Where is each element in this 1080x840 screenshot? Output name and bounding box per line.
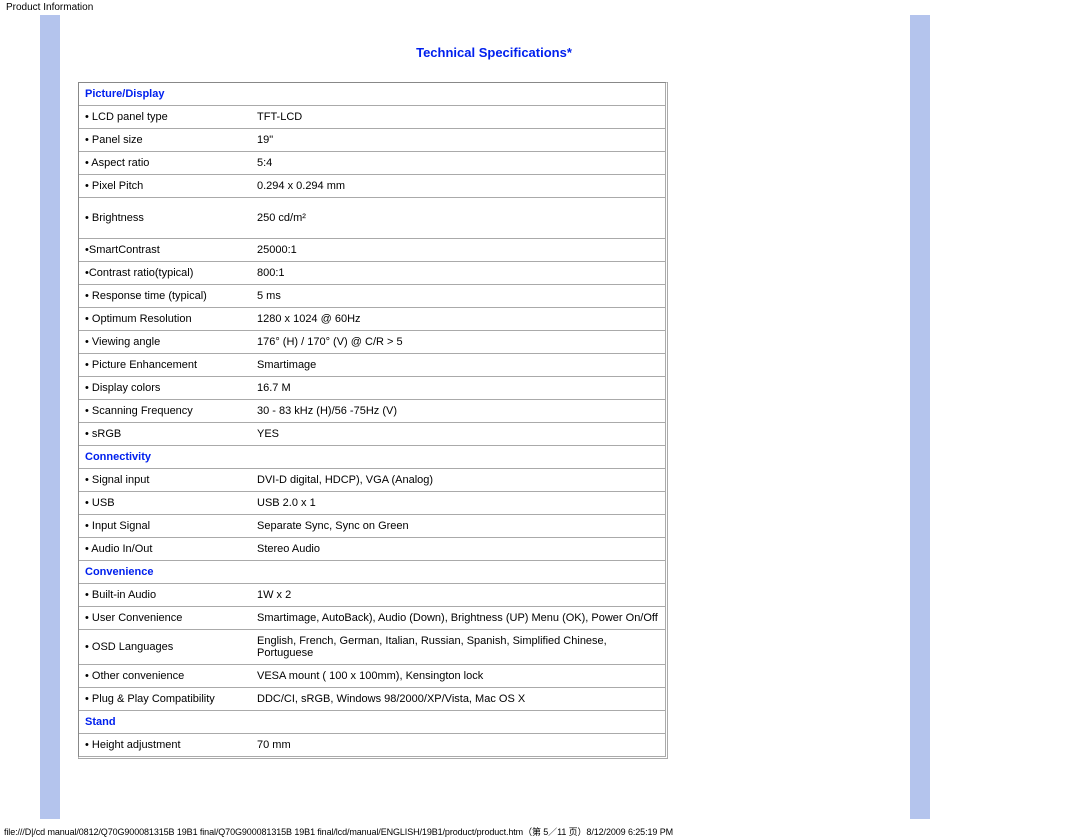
spec-value: Smartimage [251,353,665,376]
spec-value: 30 - 83 kHz (H)/56 -75Hz (V) [251,399,665,422]
page-title: Technical Specifications* [78,45,910,60]
spec-label: • Brightness [79,197,251,238]
page-frame: Technical Specifications* Picture/Displa… [40,15,930,819]
left-accent-bar [40,15,60,819]
spec-label: • Panel size [79,128,251,151]
table-row: • Aspect ratio5:4 [79,151,665,174]
spec-value: Stereo Audio [251,537,665,560]
spec-label: • Audio In/Out [79,537,251,560]
table-row: • Built-in Audio1W x 2 [79,583,665,606]
spec-label: • Plug & Play Compatibility [79,687,251,710]
spec-label: • LCD panel type [79,105,251,128]
spec-table: Picture/Display• LCD panel typeTFT-LCD• … [78,82,668,759]
section-head-convenience: Convenience [79,560,665,583]
spec-value: 1W x 2 [251,583,665,606]
section-head-connectivity: Connectivity [79,445,665,468]
table-row: • Input SignalSeparate Sync, Sync on Gre… [79,514,665,537]
table-row: • USBUSB 2.0 x 1 [79,491,665,514]
spec-label: • Scanning Frequency [79,399,251,422]
spec-label: • Input Signal [79,514,251,537]
spec-label: • Signal input [79,468,251,491]
spec-label: • Viewing angle [79,330,251,353]
spec-value: 5 ms [251,284,665,307]
section-head-picture-display: Picture/Display [79,83,665,105]
spec-label: • Other convenience [79,664,251,687]
spec-label: •SmartContrast [79,238,251,261]
spec-label: • User Convenience [79,606,251,629]
spec-label: • Display colors [79,376,251,399]
spec-value: 0.294 x 0.294 mm [251,174,665,197]
spec-value: TFT-LCD [251,105,665,128]
section-head-stand: Stand [79,710,665,733]
table-row: • Plug & Play CompatibilityDDC/CI, sRGB,… [79,687,665,710]
spec-value: 800:1 [251,261,665,284]
spec-value: 16.7 M [251,376,665,399]
table-row: • Optimum Resolution1280 x 1024 @ 60Hz [79,307,665,330]
spec-label: • Picture Enhancement [79,353,251,376]
table-row: • LCD panel typeTFT-LCD [79,105,665,128]
spec-value: DDC/CI, sRGB, Windows 98/2000/XP/Vista, … [251,687,665,710]
spec-label: • Aspect ratio [79,151,251,174]
table-row: • User ConvenienceSmartimage, AutoBack),… [79,606,665,629]
spec-label: • sRGB [79,422,251,445]
table-row: • sRGB YES [79,422,665,445]
spec-label: • Built-in Audio [79,583,251,606]
spec-value: 176° (H) / 170° (V) @ C/R > 5 [251,330,665,353]
table-row: • Signal inputDVI-D digital, HDCP), VGA … [79,468,665,491]
spec-label: • Height adjustment [79,733,251,756]
spec-label: • OSD Languages [79,629,251,664]
spec-value: Separate Sync, Sync on Green [251,514,665,537]
spec-value: 70 mm [251,733,665,756]
page-header: Product Information [0,0,1080,15]
table-row: •Contrast ratio(typical)800:1 [79,261,665,284]
spec-value: VESA mount ( 100 x 100mm), Kensington lo… [251,664,665,687]
table-row: • Brightness250 cd/m² [79,197,665,238]
table-row: • Pixel Pitch0.294 x 0.294 mm [79,174,665,197]
table-row: • Scanning Frequency30 - 83 kHz (H)/56 -… [79,399,665,422]
table-row: • Picture EnhancementSmartimage [79,353,665,376]
spec-label: • Response time (typical) [79,284,251,307]
spec-value: 250 cd/m² [251,197,665,238]
table-row: • OSD LanguagesEnglish, French, German, … [79,629,665,664]
spec-value: Smartimage, AutoBack), Audio (Down), Bri… [251,606,665,629]
footer-path: file:///D|/cd manual/0812/Q70G900081315B… [0,819,1080,840]
table-row: •SmartContrast25000:1 [79,238,665,261]
table-row: • Display colors16.7 M [79,376,665,399]
spec-label: • Optimum Resolution [79,307,251,330]
table-row: • Height adjustment70 mm [79,733,665,756]
spec-label: •Contrast ratio(typical) [79,261,251,284]
spec-label: • Pixel Pitch [79,174,251,197]
right-accent-bar [910,15,930,819]
table-row: • Audio In/OutStereo Audio [79,537,665,560]
spec-value: USB 2.0 x 1 [251,491,665,514]
spec-value: 5:4 [251,151,665,174]
spec-label: • USB [79,491,251,514]
spec-value: 25000:1 [251,238,665,261]
table-row: • Other convenienceVESA mount ( 100 x 10… [79,664,665,687]
spec-value: 19" [251,128,665,151]
spec-value: DVI-D digital, HDCP), VGA (Analog) [251,468,665,491]
spec-value: 1280 x 1024 @ 60Hz [251,307,665,330]
spec-value: YES [251,422,665,445]
table-row: • Viewing angle176° (H) / 170° (V) @ C/R… [79,330,665,353]
table-row: • Panel size19" [79,128,665,151]
spec-value: English, French, German, Italian, Russia… [251,629,665,664]
table-row: • Response time (typical)5 ms [79,284,665,307]
content-area: Technical Specifications* Picture/Displa… [40,15,930,819]
